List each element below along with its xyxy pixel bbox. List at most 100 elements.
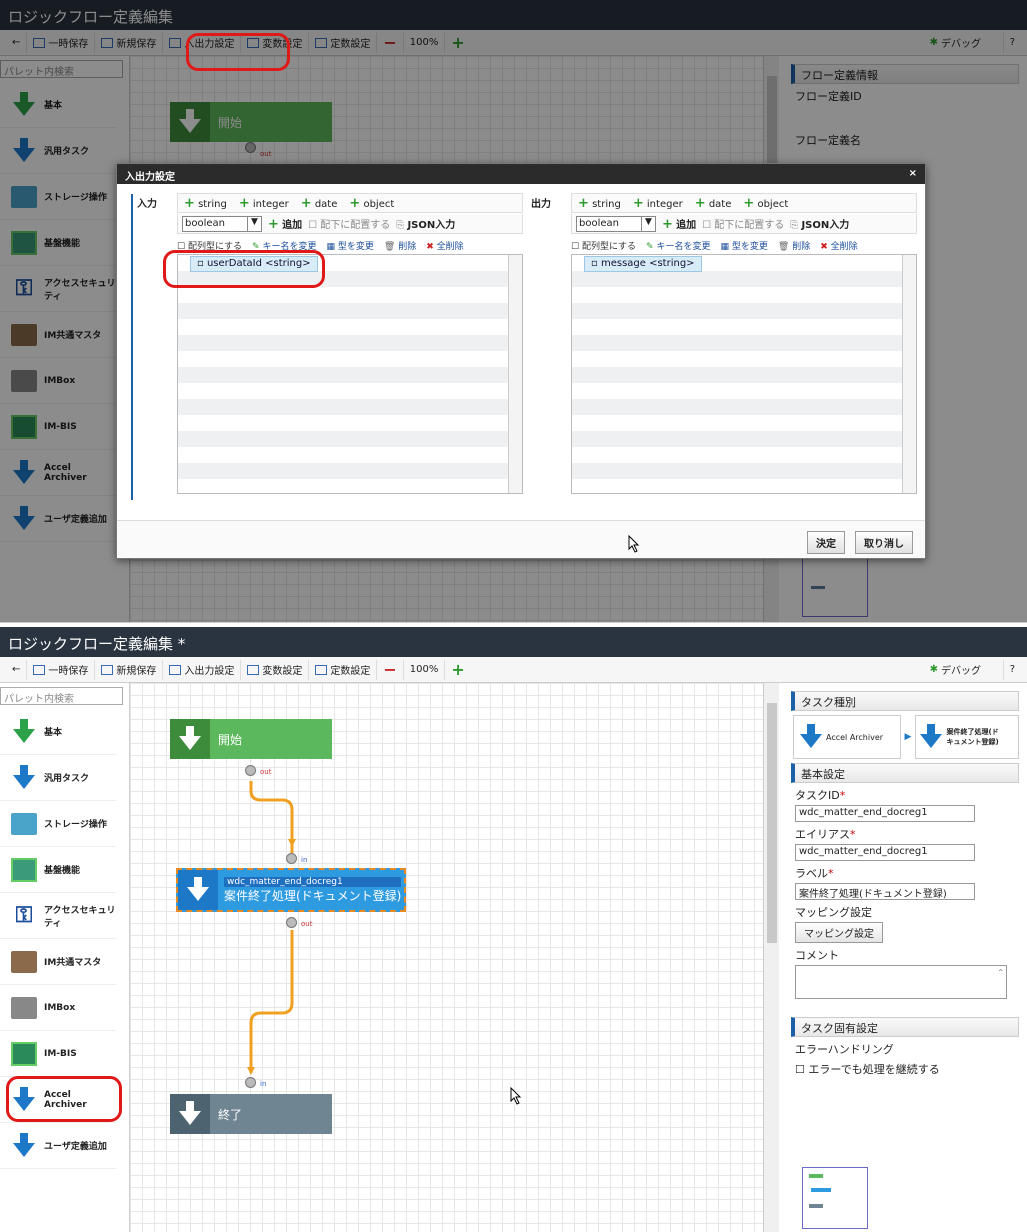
task-id-label: タスクID* [795,789,846,802]
output-tree-scrollbar[interactable] [902,255,916,493]
add-object-button[interactable]: + object [743,196,788,211]
delete-all-button[interactable]: ✖ 全削除 [426,239,463,252]
grid-icon [11,857,37,882]
task-out-port[interactable] [286,917,297,928]
arrow-icon [800,724,822,748]
palette-item-im-bis[interactable]: IM-BIS [0,1031,116,1077]
ok-button[interactable]: 決定 [807,531,845,554]
back-button[interactable]: ← [6,659,28,680]
end-in-port[interactable] [245,1077,256,1088]
palette-item-user-defined[interactable]: ユーザ定義追加 [0,1123,116,1169]
out-port-label: out [301,920,313,928]
tree-node-message[interactable]: ▫ message <string> [584,256,702,272]
delete-button[interactable]: 🗑 削除 [384,239,416,252]
json-input-button[interactable]: ⎘ JSON入力 [790,216,849,231]
zoom-in-button[interactable]: + [445,660,470,680]
add-date-button[interactable]: + date [301,196,338,211]
palette-item-general-task[interactable]: 汎用タスク [0,755,116,801]
json-input-button[interactable]: ⎘ JSON入力 [396,216,455,231]
comment-textarea[interactable]: ⌃ [795,965,1007,999]
bis-icon [11,1041,37,1066]
mapping-settings-button[interactable]: マッピング設定 [795,922,883,943]
io-settings-button[interactable]: 入出力設定 [163,659,242,680]
add-button[interactable]: + 追加 [268,216,302,232]
label-field[interactable]: 案件終了処理(ドキュメント登録) [795,883,975,900]
zoom-out-button[interactable]: − [377,659,404,680]
delete-button[interactable]: 🗑 削除 [778,239,810,252]
screenshot-io-settings: ロジックフロー定義編集 ← 一時保存 新規保存 入出力設定 変数設定 定数設定 … [0,0,1027,622]
task-type-to: 案件終了処理(ドキュメント登録) [915,715,1019,759]
delete-all-button[interactable]: ✖ 全削除 [820,239,857,252]
minimap[interactable] [802,1167,868,1229]
in-port-label: in [260,1080,267,1088]
place-under-checkbox[interactable]: ☐ 配下に配置する [308,216,390,231]
add-button[interactable]: + 追加 [662,216,696,232]
connector-arrowhead [247,1067,255,1075]
array-checkbox[interactable]: ☐ 配列型にする [571,239,636,252]
toolbar: ← 一時保存 新規保存 入出力設定 変数設定 定数設定 − 100% + ✱ デバ… [0,657,1027,683]
type-icon: ▦ [720,241,729,252]
palette-item-im-master[interactable]: IM共通マスタ [0,939,116,985]
type-select[interactable]: boolean ▼ [576,215,656,232]
add-date-button[interactable]: + date [695,196,732,211]
start-node[interactable]: 開始 [170,719,332,759]
cancel-button[interactable]: 取り消し [855,531,913,554]
task-id-field[interactable]: wdc_matter_end_docreg1 [795,805,975,822]
label-label: ラベル* [795,867,834,880]
add-string-button[interactable]: + string [578,196,621,211]
window-title: ロジックフロー定義編集 * [0,627,1027,657]
add-string-button[interactable]: + string [184,196,227,211]
start-out-port[interactable] [245,765,256,776]
arrow-plus-icon [13,1132,35,1157]
change-type-button[interactable]: ▦ 型を変更 [326,239,373,252]
dialog-footer: 決定 取り消し [117,520,925,558]
chevron-down-icon: ▼ [641,216,655,231]
palette-item-platform[interactable]: 基盤機能 [0,847,116,893]
palette: パレット内検索 基本 汎用タスク ストレージ操作 基盤機能 ⚿ アクセスセキュリテ… [0,683,130,1232]
type-icon: ▦ [326,241,335,252]
task-id-text: wdc_matter_end_docreg1 [224,876,402,887]
task-type-box: Accel Archiver ▶ 案件終了処理(ドキュメント登録) [793,715,1019,759]
var-settings-button[interactable]: 変数設定 [241,659,310,680]
mouse-cursor-icon [628,535,640,553]
add-object-button[interactable]: + object [349,196,394,211]
rename-key-button[interactable]: ✎ キー名を変更 [646,239,710,252]
close-icon[interactable]: × [909,168,917,180]
change-type-button[interactable]: ▦ 型を変更 [720,239,767,252]
dialog-header: 入出力設定 × [117,164,925,184]
continue-on-error-checkbox[interactable]: ☐ エラーでも処理を継続する [795,1061,1019,1077]
palette-item-basic[interactable]: 基本 [0,709,116,755]
palette-search-input[interactable]: パレット内検索 [0,687,123,705]
output-label: 出力 [531,199,551,210]
flow-canvas[interactable]: 開始 out in wdc_matter_end_docreg1 案件終了処理(… [130,683,763,1232]
alias-label: エイリアス* [795,828,856,841]
input-label: 入力 [137,199,157,210]
canvas-scrollbar[interactable] [763,683,779,1232]
const-settings-button[interactable]: 定数設定 [309,659,378,680]
output-tree[interactable]: ▫ message <string> [571,254,917,494]
highlight-accel-archiver [6,1076,122,1122]
palette-item-access-security[interactable]: ⚿ アクセスセキュリティ [0,893,116,939]
add-integer-button[interactable]: + integer [633,196,683,211]
debug-button[interactable]: ✱ デバッグ [924,660,987,680]
task-node[interactable]: wdc_matter_end_docreg1 案件終了処理(ドキュメント登録) [176,868,406,912]
palette-item-storage[interactable]: ストレージ操作 [0,801,116,847]
window-icon [247,664,260,675]
place-under-checkbox[interactable]: ☐ 配下に配置する [702,216,784,231]
help-button[interactable]: ? [1002,659,1021,680]
new-save-button[interactable]: 新規保存 [95,659,164,680]
alias-field[interactable]: wdc_matter_end_docreg1 [795,844,975,861]
palette-item-imbox[interactable]: IMBox [0,985,116,1031]
mapping-label: マッピング設定 [795,906,872,919]
task-in-port[interactable] [286,853,297,864]
task-type-from: Accel Archiver [793,715,901,759]
screenshot-flow-editor: ロジックフロー定義編集 * ← 一時保存 新規保存 入出力設定 変数設定 定数設… [0,627,1027,1232]
input-tree[interactable]: ▫ userDataId <string> [177,254,523,494]
property-panel: タスク種別 Accel Archiver ▶ 案件終了処理(ドキュメント登録) … [779,683,1027,1232]
temp-save-button[interactable]: 一時保存 [27,659,96,680]
end-node[interactable]: 終了 [170,1094,332,1134]
scroll-thumb[interactable] [767,703,777,943]
plus-icon: + [268,216,279,232]
type-select[interactable]: boolean ▼ [182,215,262,232]
add-integer-button[interactable]: + integer [239,196,289,211]
